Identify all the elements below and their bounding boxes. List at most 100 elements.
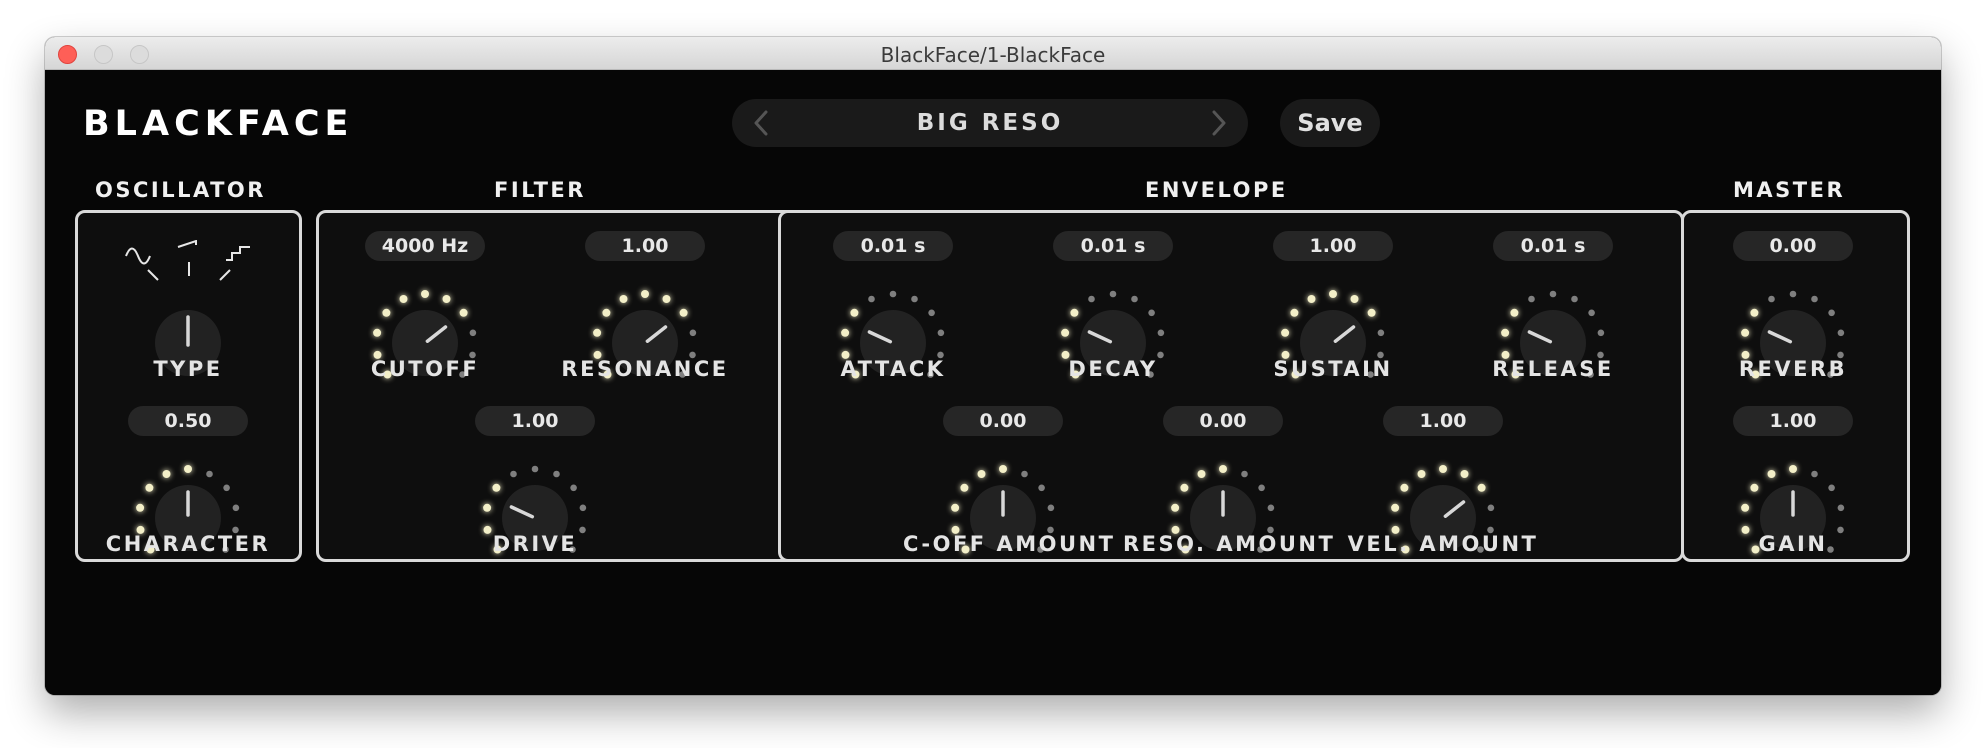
gain-knob[interactable] bbox=[1733, 458, 1853, 578]
cutoff-led bbox=[469, 329, 477, 337]
reso-amount-led bbox=[1258, 484, 1265, 492]
reso-amount-led bbox=[1241, 470, 1248, 478]
sustain-label: SUSTAIN bbox=[1273, 357, 1393, 381]
resonance-led bbox=[689, 329, 697, 337]
character-led bbox=[145, 483, 154, 492]
sustain-led bbox=[1281, 328, 1290, 337]
cutoff-amount-knob[interactable] bbox=[943, 458, 1063, 578]
vel-amount-led bbox=[1477, 483, 1486, 492]
character-led bbox=[184, 465, 192, 473]
reverb-led bbox=[1750, 308, 1759, 317]
type-tick-1 bbox=[147, 269, 159, 281]
vel-amount-led bbox=[1439, 465, 1447, 473]
save-button[interactable]: Save bbox=[1280, 99, 1380, 147]
drive-led bbox=[553, 470, 560, 478]
chevron-right-icon[interactable] bbox=[1204, 108, 1234, 138]
vel-amount-led bbox=[1487, 504, 1495, 512]
type-knob[interactable] bbox=[128, 283, 248, 403]
release-knob[interactable] bbox=[1493, 283, 1613, 403]
release-value-readout: 0.01 s bbox=[1493, 231, 1613, 261]
reso-amount-value-readout: 0.00 bbox=[1163, 406, 1283, 436]
drive-led bbox=[579, 504, 587, 512]
drive-led bbox=[510, 470, 517, 478]
sustain-knob[interactable] bbox=[1273, 283, 1393, 403]
resonance-knob[interactable] bbox=[585, 283, 705, 403]
reso-amount-led bbox=[1219, 465, 1227, 473]
attack-knob[interactable] bbox=[833, 283, 953, 403]
cutoff-label: CUTOFF bbox=[370, 357, 480, 381]
reverb-led bbox=[1789, 290, 1797, 298]
resonance-led bbox=[602, 308, 611, 317]
reverb-led bbox=[1741, 328, 1750, 337]
drive-value-readout: 1.00 bbox=[475, 406, 595, 436]
resonance-led bbox=[619, 295, 628, 303]
plugin-window: BlackFace/1-BlackFace BLACKFACE BIG RESO… bbox=[45, 37, 1941, 695]
decay-led bbox=[1148, 309, 1155, 317]
character-led bbox=[206, 470, 213, 478]
title-bar: BlackFace/1-BlackFace bbox=[45, 37, 1941, 70]
attack-led bbox=[937, 329, 945, 337]
cutoff-knob[interactable] bbox=[365, 283, 485, 403]
decay-knob[interactable] bbox=[1053, 283, 1173, 403]
reso-amount-led bbox=[1171, 503, 1180, 512]
character-led bbox=[162, 470, 171, 478]
cutoff-led bbox=[459, 308, 468, 317]
decay-value-readout: 0.01 s bbox=[1053, 231, 1173, 261]
attack-led bbox=[868, 295, 875, 303]
character-knob[interactable] bbox=[128, 458, 248, 578]
sustain-value-readout: 1.00 bbox=[1273, 231, 1393, 261]
gain-value-readout: 1.00 bbox=[1733, 406, 1853, 436]
cutoff-amount-value-readout: 0.00 bbox=[943, 406, 1063, 436]
release-led bbox=[1528, 295, 1535, 303]
decay-led bbox=[1088, 295, 1095, 303]
section-title-master: MASTER bbox=[1733, 178, 1846, 202]
resonance-led bbox=[593, 328, 602, 337]
reso-amount-knob[interactable] bbox=[1163, 458, 1283, 578]
release-led bbox=[1597, 329, 1605, 337]
reso-amount-led bbox=[1267, 504, 1275, 512]
preset-name: BIG RESO bbox=[916, 110, 1064, 136]
reso-amount-led bbox=[1180, 483, 1189, 492]
release-led bbox=[1510, 308, 1519, 317]
drive-led bbox=[570, 484, 577, 492]
character-value-readout: 0.50 bbox=[128, 406, 248, 436]
character-led bbox=[223, 484, 230, 492]
section-title-filter: FILTER bbox=[494, 178, 586, 202]
cutoff-amount-led bbox=[951, 503, 960, 512]
reverb-label: REVERB bbox=[1738, 357, 1848, 381]
square-wave-icon bbox=[226, 246, 250, 261]
vel-amount-led bbox=[1391, 503, 1400, 512]
sustain-led bbox=[1350, 295, 1359, 303]
cutoff-amount-led bbox=[1038, 484, 1045, 492]
vel-amount-value-readout: 1.00 bbox=[1383, 406, 1503, 436]
reso-amount-led bbox=[1197, 470, 1206, 478]
resonance-led bbox=[679, 308, 688, 317]
drive-knob[interactable] bbox=[475, 458, 595, 578]
vel-amount-knob[interactable] bbox=[1383, 458, 1503, 578]
sustain-led bbox=[1307, 295, 1316, 303]
attack-led bbox=[911, 295, 918, 303]
sustain-led bbox=[1377, 329, 1385, 337]
release-led bbox=[1501, 328, 1510, 337]
decay-led bbox=[1070, 308, 1079, 317]
cutoff-value-readout: 4000 Hz bbox=[365, 231, 485, 261]
gain-led bbox=[1767, 470, 1776, 478]
sustain-led bbox=[1367, 308, 1376, 317]
character-led bbox=[232, 504, 240, 512]
reso-amount-label: RESO. AMOUNT bbox=[1123, 532, 1336, 556]
attack-led bbox=[841, 328, 850, 337]
section-title-envelope: ENVELOPE bbox=[1145, 178, 1288, 202]
reverb-value-readout: 0.00 bbox=[1733, 231, 1853, 261]
drive-led bbox=[531, 465, 539, 473]
gain-led bbox=[1741, 503, 1750, 512]
resonance-led bbox=[641, 290, 649, 298]
decay-led bbox=[1109, 290, 1117, 298]
resonance-label: RESONANCE bbox=[561, 357, 729, 381]
chevron-left-icon[interactable] bbox=[746, 108, 776, 138]
saw-wave-icon bbox=[177, 240, 197, 248]
cutoff-amount-led bbox=[999, 465, 1007, 473]
preset-selector: BIG RESO bbox=[732, 99, 1248, 147]
gain-led bbox=[1828, 484, 1835, 492]
vel-amount-led bbox=[1460, 470, 1469, 478]
reverb-knob[interactable] bbox=[1733, 283, 1853, 403]
